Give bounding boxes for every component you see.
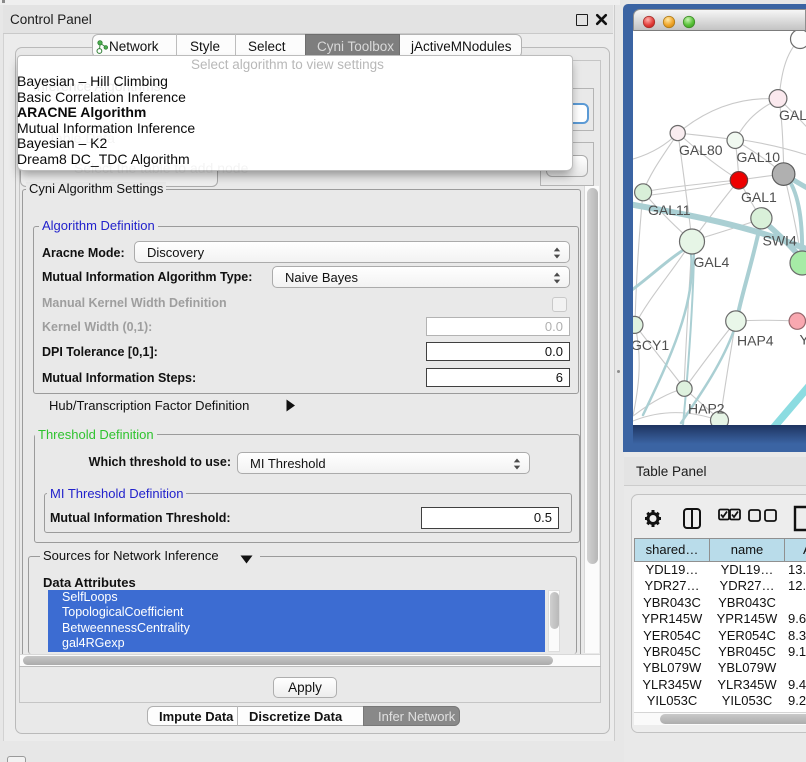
svg-text:GAL10: GAL10 [737,149,781,165]
svg-text:YB: YB [800,332,806,348]
svg-text:GAL11: GAL11 [648,202,691,218]
svg-text:HAP4: HAP4 [737,333,774,349]
svg-text:GAL7: GAL7 [779,107,806,123]
svg-text:GAL4: GAL4 [694,254,730,270]
svg-text:SWI4: SWI4 [763,233,797,249]
svg-text:GCY1: GCY1 [633,337,669,353]
svg-text:GAL80: GAL80 [679,142,723,158]
svg-text:HAP2: HAP2 [688,401,725,417]
svg-text:GAL1: GAL1 [741,189,777,205]
